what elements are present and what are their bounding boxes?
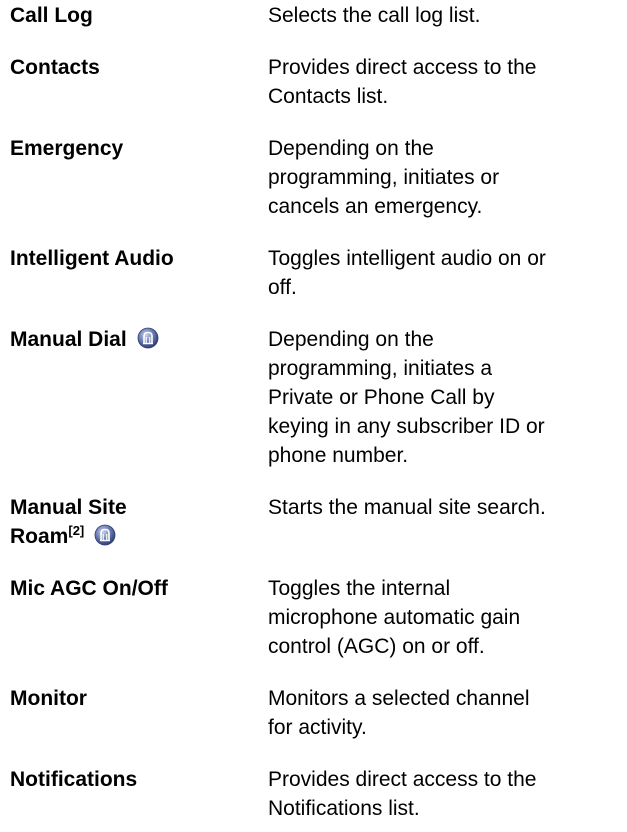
feature-name: Call Log [10,0,268,30]
description-line: Provides direct access to the [268,768,537,791]
description-line: keying in any subscriber ID or [268,415,545,438]
description-line: for activity. [268,716,367,739]
description-line: Private or Phone Call by [268,386,495,409]
feature-description: Toggles intelligent audio on or off. [268,243,620,302]
feature-description: Depending on the programming, initiates … [268,324,620,470]
description-line: Toggles intelligent audio on or [268,247,546,270]
description-line: cancels an emergency. [268,195,483,218]
feature-name: Monitor [10,683,268,713]
feature-name: Notifications [10,764,268,794]
description-line: Provides direct access to the [268,56,537,79]
trunking-feature-icon [94,524,116,546]
description-line: Toggles the internal [268,577,451,600]
term-label: Manual Site [10,496,127,519]
trunking-feature-icon [137,327,159,349]
term-label: Mic AGC On/Off [10,577,168,600]
table-row: Intelligent Audio Toggles intelligent au… [10,243,620,302]
description-line: Depending on the [268,328,434,351]
description-line: Notifications list. [268,797,420,820]
table-row: Manual Site Roam[2] Starts the manual si… [10,492,620,551]
term-label: Contacts [10,56,100,79]
term-label: Emergency [10,137,124,160]
description-line: programming, initiates a [268,357,493,380]
feature-table: Call Log Selects the call log list. Cont… [10,0,620,823]
description-line: Monitors a selected channel [268,687,530,710]
description-line: phone number. [268,444,409,467]
table-row: Notifications Provides direct access to … [10,764,620,823]
description-line: off. [268,276,297,299]
description-line: Starts the manual site search. [268,496,546,519]
feature-description: Toggles the internal microphone automati… [268,573,620,661]
description-line: programming, initiates or [268,166,500,189]
footnote-ref: [2] [68,523,85,538]
feature-description: Monitors a selected channel for activity… [268,683,620,742]
feature-name: Contacts [10,52,268,82]
feature-description: Provides direct access to the Contacts l… [268,52,620,111]
table-row: Emergency Depending on the programming, … [10,133,620,221]
feature-name: Intelligent Audio [10,243,268,273]
description-line: control (AGC) on or off. [268,635,485,658]
feature-name: Manual Site Roam[2] [10,492,268,551]
term-label: Call Log [10,4,93,27]
table-row: Monitor Monitors a selected channel for … [10,683,620,742]
table-row: Mic AGC On/Off Toggles the internal micr… [10,573,620,661]
term-label: Roam [10,525,69,548]
description-line: microphone automatic gain [268,606,521,629]
table-row: Contacts Provides direct access to the C… [10,52,620,111]
table-row: Manual Dial Depending on the programming… [10,324,620,470]
feature-name: Mic AGC On/Off [10,573,268,603]
term-label: Monitor [10,687,87,710]
description-line: Contacts list. [268,85,389,108]
feature-description: Provides direct access to the Notificati… [268,764,620,823]
term-label: Manual Dial [10,328,127,351]
feature-description: Selects the call log list. [268,0,620,30]
feature-name: Emergency [10,133,268,163]
feature-name: Manual Dial [10,324,268,354]
feature-description: Depending on the programming, initiates … [268,133,620,221]
description-line: Selects the call log list. [268,4,481,27]
term-label: Intelligent Audio [10,247,174,270]
term-label: Notifications [10,768,138,791]
table-row: Call Log Selects the call log list. [10,0,620,30]
feature-description: Starts the manual site search. [268,492,620,522]
description-line: Depending on the [268,137,434,160]
